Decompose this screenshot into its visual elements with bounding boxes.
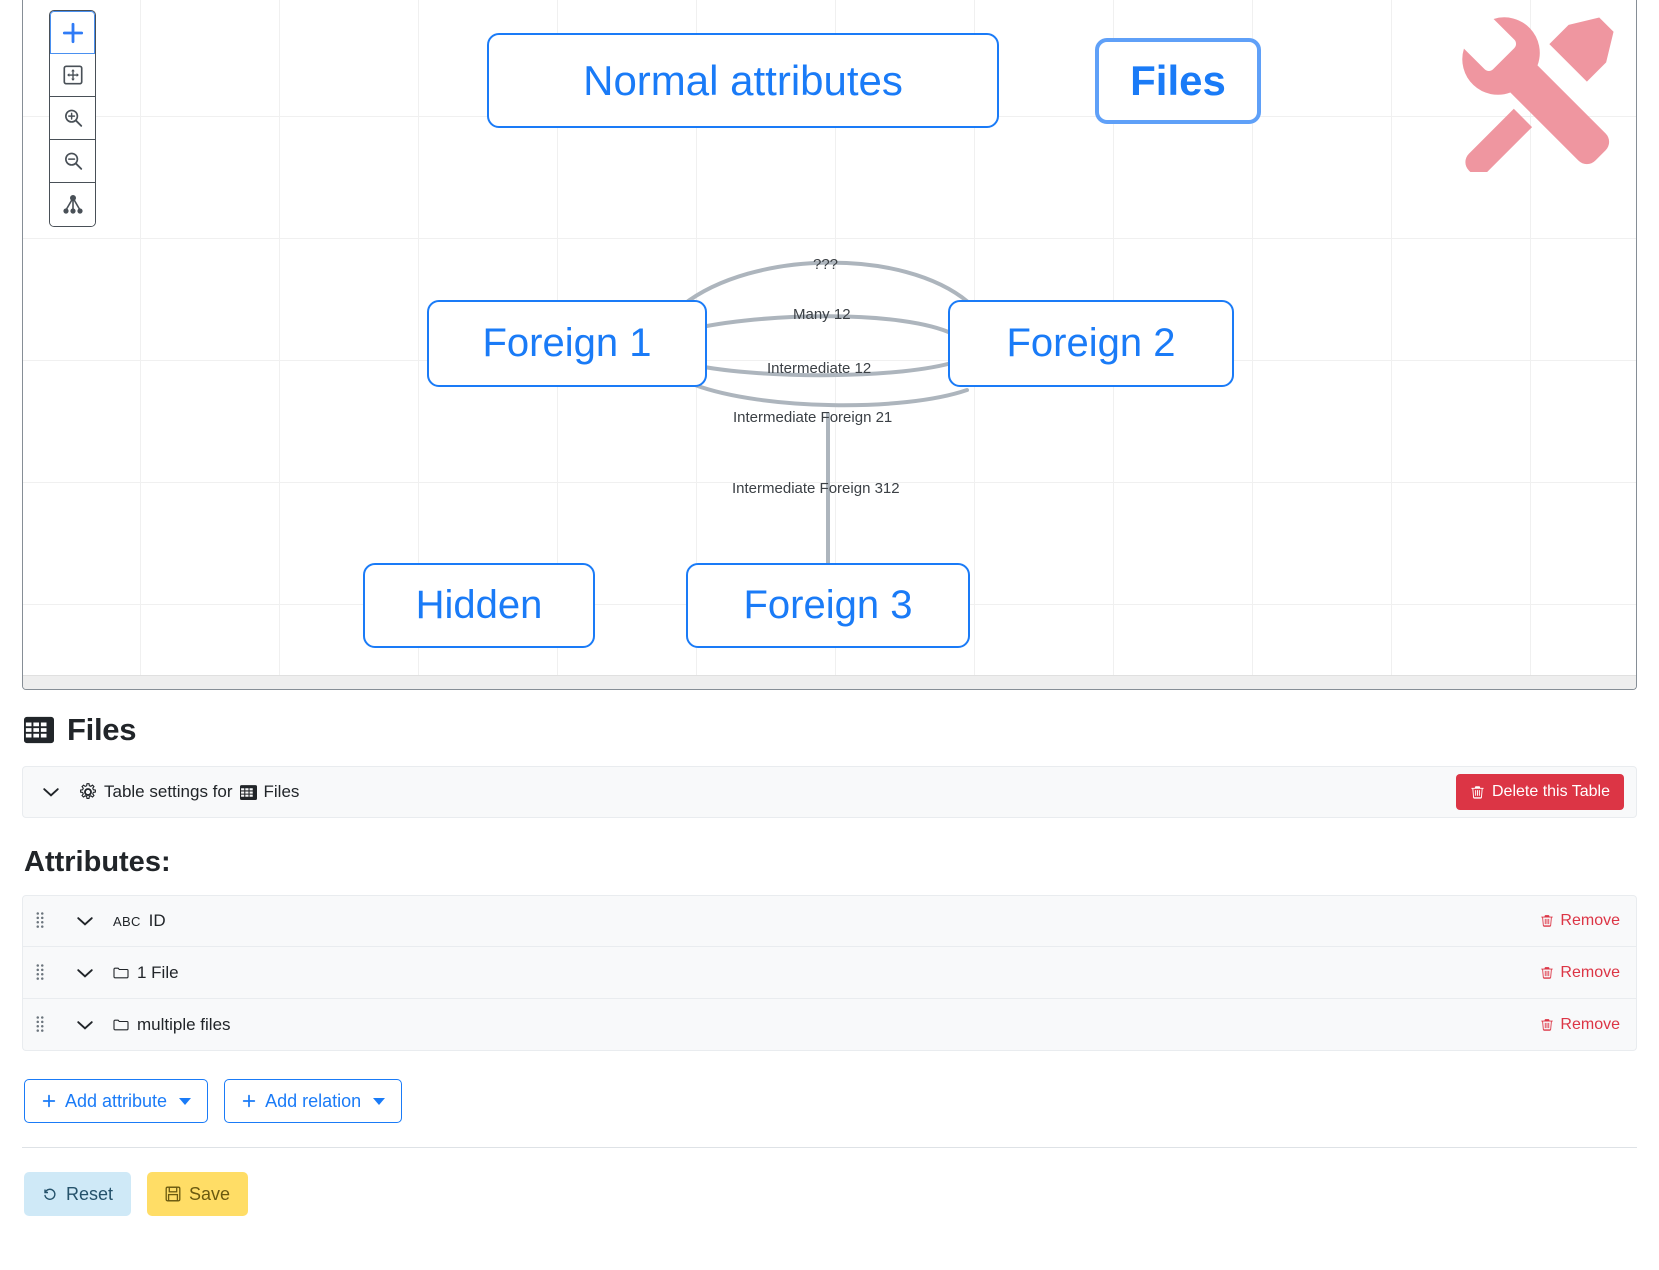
entity-node-hidden[interactable]: Hidden bbox=[363, 563, 595, 648]
entity-node-label: Foreign 2 bbox=[1006, 321, 1176, 365]
chevron-down-icon bbox=[373, 1097, 386, 1105]
relation-edge-label[interactable]: Intermediate Foreign 21 bbox=[733, 409, 892, 426]
page-title: Files bbox=[24, 712, 1637, 748]
drag-handle-icon bbox=[36, 1015, 44, 1032]
save-label: Save bbox=[189, 1183, 231, 1204]
relation-edge-label[interactable]: Intermediate 12 bbox=[767, 360, 871, 377]
attribute-label: multiple files bbox=[137, 1014, 231, 1034]
add-attribute-button[interactable]: Add attribute bbox=[24, 1079, 209, 1123]
table-settings-label: Table settings for Files bbox=[79, 782, 1456, 802]
entity-node-normal-attributes[interactable]: Normal attributes bbox=[487, 33, 999, 128]
reset-label: Reset bbox=[66, 1183, 114, 1204]
footer-actions: Reset Save bbox=[24, 1172, 1637, 1216]
attribute-row[interactable]: 1 File Remove bbox=[22, 947, 1637, 999]
zoom-out-icon bbox=[64, 152, 82, 170]
attribute-label: ID bbox=[148, 911, 166, 930]
trash-icon bbox=[1541, 966, 1554, 979]
gear-icon bbox=[79, 783, 97, 801]
zoom-in-icon bbox=[64, 109, 82, 127]
table-icon bbox=[24, 715, 54, 745]
move-fit-icon bbox=[62, 65, 83, 85]
entity-node-foreign-3[interactable]: Foreign 3 bbox=[686, 563, 970, 648]
add-relation-label: Add relation bbox=[265, 1090, 362, 1111]
attribute-label: 1 File bbox=[137, 962, 179, 982]
entity-node-label: Foreign 1 bbox=[482, 321, 652, 365]
hierarchy-icon bbox=[62, 194, 83, 214]
delete-table-label: Delete this Table bbox=[1492, 783, 1610, 800]
reset-button[interactable]: Reset bbox=[24, 1172, 132, 1216]
trash-icon bbox=[1470, 785, 1485, 800]
fit-view-button[interactable] bbox=[50, 54, 95, 97]
entity-node-foreign-2[interactable]: Foreign 2 bbox=[948, 300, 1234, 387]
table-settings-prefix: Table settings for bbox=[104, 782, 233, 801]
page-title-text: Files bbox=[67, 712, 137, 747]
table-settings-table-name: Files bbox=[263, 782, 300, 801]
attributes-title: Attributes: bbox=[24, 846, 171, 878]
delete-table-button[interactable]: Delete this Table bbox=[1456, 774, 1624, 810]
add-buttons-row: Add attribute Add relation bbox=[24, 1079, 1637, 1123]
table-settings-row[interactable]: Table settings for Files Delete this Tab… bbox=[22, 766, 1637, 818]
tools-wrench-screwdriver-icon bbox=[1458, 14, 1618, 177]
attribute-name-cell: 1 File bbox=[113, 963, 1540, 983]
folder-icon bbox=[113, 967, 129, 978]
zoom-out-button[interactable] bbox=[50, 140, 95, 183]
plus-icon bbox=[242, 1094, 256, 1108]
remove-attribute-button[interactable]: Remove bbox=[1540, 964, 1620, 982]
zoom-in-button[interactable] bbox=[50, 97, 95, 140]
entity-node-foreign-1[interactable]: Foreign 1 bbox=[427, 300, 707, 387]
attribute-expand-toggle[interactable] bbox=[57, 912, 113, 930]
entity-node-label: Files bbox=[1130, 57, 1226, 104]
attribute-expand-toggle[interactable] bbox=[57, 964, 113, 982]
entity-node-files[interactable]: Files bbox=[1095, 38, 1261, 124]
drag-handle[interactable] bbox=[23, 1015, 57, 1035]
auto-layout-button[interactable] bbox=[50, 183, 95, 226]
drag-handle-icon bbox=[36, 912, 44, 928]
diagram-canvas[interactable]: Normal attributes Files Foreign 1 Foreign 2… bbox=[22, 0, 1637, 690]
abc-text-icon: ABC bbox=[113, 913, 141, 929]
trash-icon bbox=[1541, 915, 1554, 927]
entity-node-label: Normal attributes bbox=[583, 56, 903, 104]
table-settings-toggle[interactable] bbox=[23, 783, 79, 801]
drag-handle-icon bbox=[36, 963, 44, 980]
footer-divider bbox=[22, 1147, 1637, 1148]
table-icon bbox=[239, 784, 257, 801]
save-icon bbox=[165, 1186, 181, 1202]
attribute-row[interactable]: multiple files Remove bbox=[22, 999, 1637, 1051]
chevron-down-icon bbox=[77, 1020, 93, 1030]
attribute-expand-toggle[interactable] bbox=[57, 1016, 113, 1034]
add-relation-button[interactable]: Add relation bbox=[224, 1079, 403, 1123]
entity-node-label: Foreign 3 bbox=[743, 583, 913, 627]
remove-attribute-label: Remove bbox=[1560, 1015, 1620, 1033]
remove-attribute-label: Remove bbox=[1560, 912, 1620, 929]
attribute-row[interactable]: ABC ID Remove bbox=[22, 895, 1637, 947]
relation-edge-label[interactable]: ??? bbox=[813, 256, 838, 273]
folder-icon bbox=[113, 1019, 129, 1030]
chevron-down-icon bbox=[77, 917, 93, 926]
chevron-down-icon bbox=[179, 1097, 192, 1105]
trash-icon bbox=[1541, 1018, 1554, 1031]
drag-handle[interactable] bbox=[23, 963, 57, 983]
entity-node-label: Hidden bbox=[415, 583, 543, 627]
undo-icon bbox=[42, 1186, 58, 1202]
remove-attribute-button[interactable]: Remove bbox=[1540, 912, 1620, 930]
add-node-button[interactable] bbox=[50, 11, 95, 54]
add-attribute-label: Add attribute bbox=[65, 1090, 168, 1111]
remove-attribute-button[interactable]: Remove bbox=[1540, 1016, 1620, 1034]
chevron-down-icon bbox=[43, 788, 59, 797]
attribute-name-cell: ABC ID bbox=[113, 911, 1540, 931]
plus-icon bbox=[42, 1094, 56, 1108]
attributes-list: ABC ID Remove 1 File Remove multiple files Rem… bbox=[22, 895, 1637, 1051]
drag-handle[interactable] bbox=[23, 911, 57, 931]
remove-attribute-label: Remove bbox=[1560, 963, 1620, 981]
plus-icon bbox=[62, 22, 83, 43]
relation-edge-label[interactable]: Intermediate Foreign 312 bbox=[732, 480, 900, 497]
chevron-down-icon bbox=[77, 968, 93, 978]
relation-edge-label[interactable]: Many 12 bbox=[793, 306, 851, 323]
attribute-name-cell: multiple files bbox=[113, 1015, 1540, 1035]
save-button[interactable]: Save bbox=[147, 1172, 249, 1216]
canvas-toolbar[interactable] bbox=[49, 10, 96, 227]
